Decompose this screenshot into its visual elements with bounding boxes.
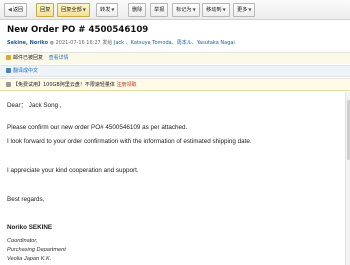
chevron-down-icon: ▼ [248, 7, 252, 12]
signature-name: Noriko SEKINE [7, 224, 53, 231]
greeting: Dear： Jack Song , [7, 102, 62, 109]
signature-company: Veolia Japan K.K. [7, 256, 52, 262]
more-button[interactable]: 更多▼ [233, 3, 256, 17]
send-time: 2021-07-16 16:27 [55, 40, 101, 46]
body-line-1: Please confirm our new order PO# 4500546… [7, 124, 188, 131]
toolbar: ◀返回 回复 回复全部▼ 转发▼ 删除 举报 标记为▼ 移动到▼ 更多▼ [0, 0, 350, 20]
email-subject: New Order PO # 4500546109 [7, 25, 149, 35]
cloud-icon [6, 82, 11, 87]
reply-all-button[interactable]: 回复全部▼ [57, 3, 90, 17]
delete-button[interactable]: 删除 [128, 3, 147, 17]
body-line-3: I appreciate your kind cooperation and s… [7, 167, 139, 174]
scrollbar[interactable] [345, 92, 350, 265]
forward-label: 转发 [100, 7, 111, 13]
view-details-link[interactable]: 查看详情 [49, 55, 69, 61]
signature-department: Purchasing Department [7, 247, 66, 253]
ad-bar: 【免费试用】100GB阿里云盘！不限速轻量体 注册领取 [0, 78, 350, 91]
email-meta: Sekine, Noriko ● 2021-07-16 16:27 发给 Jac… [7, 39, 235, 46]
chevron-down-icon: ▼ [111, 7, 115, 12]
move-to-button[interactable]: 移动到▼ [202, 3, 230, 17]
back-arrow-icon: ◀ [8, 7, 12, 13]
reply-status-icon [6, 55, 11, 60]
signature-title: Coordinator, [7, 238, 38, 244]
back-label: 返回 [12, 7, 24, 13]
report-label: 举报 [154, 7, 165, 13]
star-icon[interactable]: ☆ [108, 26, 114, 34]
sender-bullet-icon: ● [49, 40, 55, 46]
reply-button[interactable]: 回复 [36, 3, 55, 17]
to-label: 发给 [102, 40, 113, 46]
reply-label: 回复 [40, 7, 51, 13]
recipients[interactable]: Jack 、Katsuya Tomoda、周本ル、Yasutaka Nagai [114, 40, 235, 46]
sender-name[interactable]: Sekine, Noriko [7, 40, 48, 46]
mark-as-label: 标记为 [176, 7, 192, 13]
chevron-down-icon: ▼ [82, 7, 86, 12]
back-button[interactable]: ◀返回 [4, 3, 28, 17]
translate-icon [6, 68, 11, 73]
ad-register-link[interactable]: 注册领取 [116, 82, 136, 88]
chevron-down-icon: ▼ [192, 7, 196, 12]
mark-as-button[interactable]: 标记为▼ [172, 3, 200, 17]
reply-all-label: 回复全部 [61, 7, 82, 13]
chevron-down-icon: ▼ [222, 7, 226, 12]
translate-link[interactable]: 翻译成中文 [13, 68, 38, 74]
ad-text: 【免费试用】100GB阿里云盘！不限速轻量体 [13, 82, 115, 88]
delete-label: 删除 [132, 7, 143, 13]
replied-text: 邮件已被回复 [13, 55, 44, 61]
body-line-4: Best regards, [7, 196, 45, 203]
move-to-label: 移动到 [206, 7, 222, 13]
replied-notice-bar: 邮件已被回复 查看详情 [0, 52, 350, 64]
report-button[interactable]: 举报 [150, 3, 169, 17]
more-label: 更多 [237, 7, 248, 13]
body-line-2: I look forward to your order confirmatio… [7, 138, 252, 145]
translate-bar: 翻译成中文 [0, 65, 350, 77]
forward-button[interactable]: 转发▼ [96, 3, 119, 17]
